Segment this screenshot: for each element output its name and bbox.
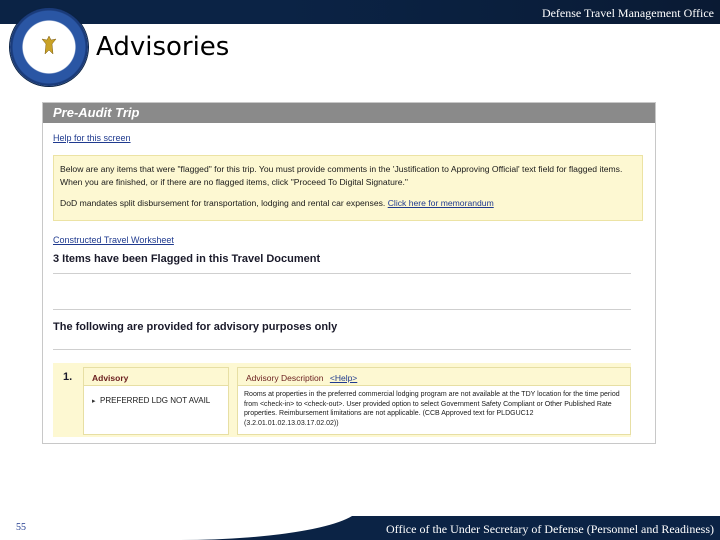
screen-title: Pre-Audit Trip — [53, 105, 140, 120]
advisory-list-panel: Advisory ▸ PREFERRED LDG NOT AVAIL — [83, 367, 229, 435]
slide-header: Defense Travel Management Office Advisor… — [0, 0, 720, 96]
split-disbursement-text: DoD mandates split disbursement for tran… — [60, 198, 386, 208]
advisory-item-label: PREFERRED LDG NOT AVAIL — [100, 396, 211, 405]
screen-titlebar: Pre-Audit Trip — [43, 103, 655, 123]
org-title: Defense Travel Management Office — [541, 6, 714, 20]
notice-split-disbursement: DoD mandates split disbursement for tran… — [60, 198, 494, 208]
divider — [53, 309, 631, 310]
advisory-number: 1. — [63, 371, 73, 383]
divider — [53, 273, 631, 274]
advisory-table: 1. Advisory ▸ PREFERRED LDG NOT AVAIL Adv… — [53, 363, 631, 437]
advisory-description-panel: Advisory Description <Help> Rooms at pro… — [237, 367, 631, 435]
bullet-icon: ▸ — [92, 398, 96, 405]
advisory-help-link[interactable]: <Help> — [330, 373, 357, 383]
advisory-description-text: Rooms at properties in the preferred com… — [244, 391, 620, 427]
pre-audit-screen: Pre-Audit Trip Help for this screen Belo… — [42, 102, 656, 444]
advisory-description-header: Advisory Description <Help> — [238, 368, 630, 386]
page-title: Advisories — [96, 32, 230, 62]
footer-office: Office of the Under Secretary of Defense… — [386, 522, 714, 536]
advisory-heading: The following are provided for advisory … — [53, 321, 338, 333]
memorandum-link[interactable]: Click here for memorandum — [388, 198, 494, 208]
divider — [53, 349, 631, 350]
flagged-notice: Below are any items that were "flagged" … — [53, 155, 643, 221]
eagle-icon — [41, 35, 57, 55]
travel-worksheet-link[interactable]: Constructed Travel Worksheet — [53, 235, 174, 245]
help-link[interactable]: Help for this screen — [53, 133, 131, 143]
page-number: 55 — [16, 522, 26, 533]
dod-seal-icon — [10, 8, 88, 86]
advisory-column-header: Advisory — [84, 368, 228, 386]
notice-instructions: Below are any items that were "flagged" … — [60, 164, 623, 187]
flagged-summary: 3 Items have been Flagged in this Travel… — [53, 253, 321, 265]
advisory-description-title: Advisory Description — [246, 373, 324, 383]
advisory-item[interactable]: ▸ PREFERRED LDG NOT AVAIL — [92, 396, 210, 405]
